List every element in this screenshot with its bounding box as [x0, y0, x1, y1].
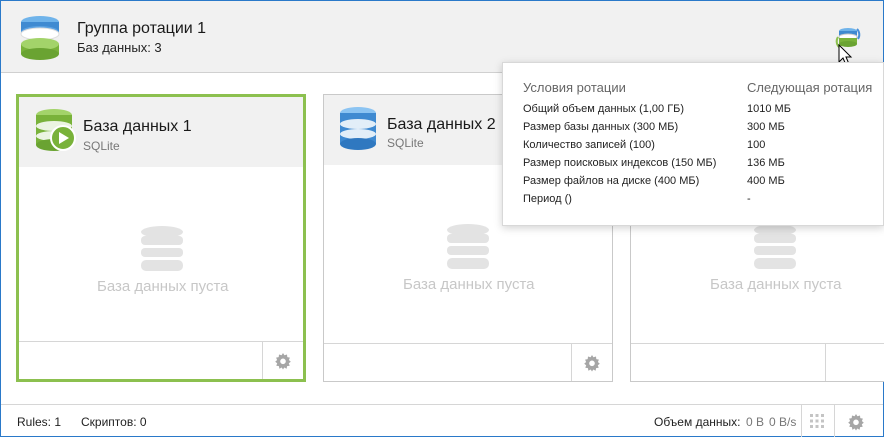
tooltip-condition: Общий объем данных (1,00 ГБ) [523, 103, 685, 115]
tooltip-conditions-header: Условия ротации [523, 80, 626, 95]
database-running-icon [36, 109, 76, 151]
database-title: База данных 1 [83, 118, 192, 135]
tooltip-next-value: 1010 МБ [747, 103, 791, 115]
database-card-1[interactable]: База данных 1 SQLite База данных пуста [16, 94, 306, 382]
card-footer [631, 343, 884, 381]
tooltip-condition: Период () [523, 193, 572, 205]
scripts-count: Скриптов: 0 [81, 415, 147, 429]
gear-icon [584, 354, 600, 371]
empty-database-icon [141, 226, 183, 271]
data-volume-label: Объем данных: [654, 415, 741, 429]
grid-icon[interactable] [810, 414, 824, 428]
empty-database-icon [754, 224, 796, 269]
gear-icon[interactable] [847, 413, 865, 431]
status-divider [834, 405, 835, 437]
card-footer [19, 341, 303, 379]
status-bar: Rules: 1 Скриптов: 0 Объем данных: 0 B 0… [1, 404, 883, 437]
empty-database-text: База данных пуста [403, 276, 535, 293]
tooltip-next-value: 100 [747, 139, 766, 151]
database-count: Баз данных: 3 [77, 40, 162, 55]
card-settings-button[interactable] [571, 344, 612, 381]
data-volume-value: 0 B [746, 415, 765, 429]
tooltip-next-rotation-header: Следующая ротация [747, 80, 873, 95]
footer-divider [825, 344, 826, 381]
database-engine: SQLite [387, 136, 424, 150]
tooltip-condition: Размер файлов на диске (400 МБ) [523, 175, 700, 187]
data-rate: 0 B/s [769, 415, 797, 429]
empty-database-text: База данных пуста [97, 278, 229, 295]
card-footer [324, 343, 612, 381]
database-icon [340, 107, 376, 150]
empty-database-text: База данных пуста [710, 276, 842, 293]
tooltip-next-value: - [747, 193, 751, 205]
status-divider [801, 405, 802, 437]
page-title: Группа ротации 1 [77, 20, 207, 37]
database-stack-icon [20, 16, 60, 60]
tooltip-condition: Размер поисковых индексов (150 МБ) [523, 157, 717, 169]
card-header: База данных 1 SQLite [19, 97, 303, 167]
rules-count: Rules: 1 [17, 415, 62, 429]
database-title: База данных 2 [387, 116, 496, 133]
gear-icon [275, 352, 291, 369]
empty-database-icon [447, 224, 489, 269]
tooltip-condition: Размер базы данных (300 МБ) [523, 121, 679, 133]
tooltip-next-value: 136 МБ [747, 157, 785, 169]
tooltip-next-value: 300 МБ [747, 121, 785, 133]
tooltip-next-value: 400 МБ [747, 175, 785, 187]
card-settings-button[interactable] [262, 342, 303, 379]
tooltip-condition: Количество записей (100) [523, 139, 655, 151]
rotation-conditions-tooltip: Условия ротации Следующая ротация Общий … [502, 62, 884, 226]
database-engine: SQLite [83, 139, 120, 153]
